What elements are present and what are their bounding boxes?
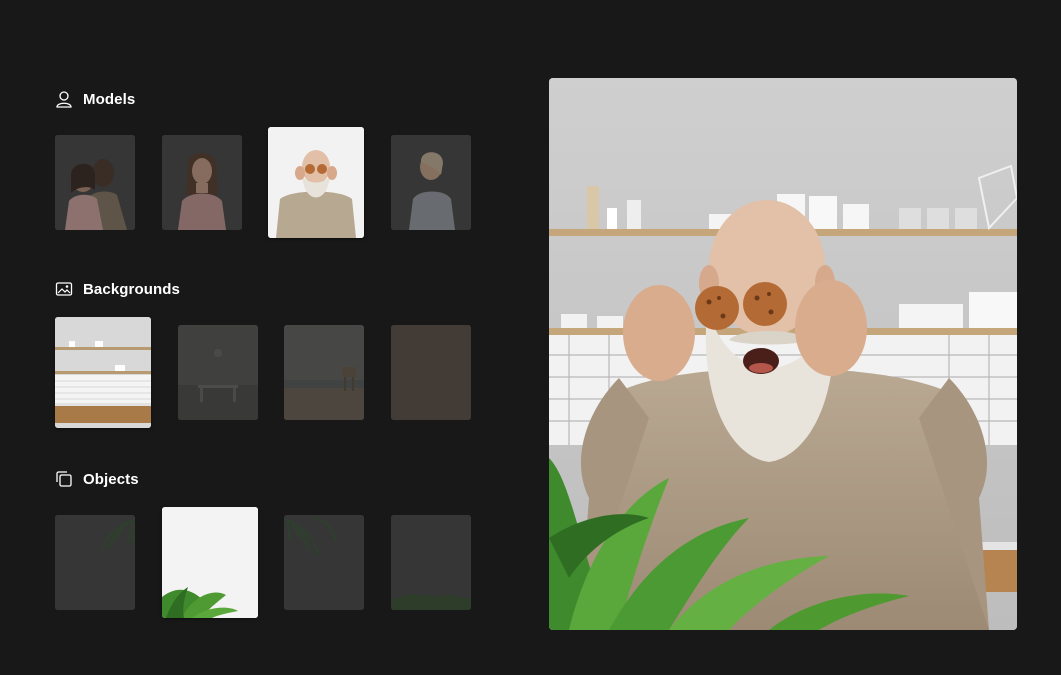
background-thumb-brown-wall[interactable] bbox=[391, 325, 471, 420]
objects-title: Objects bbox=[83, 470, 139, 488]
object-thumb-palm-leaves-right[interactable] bbox=[55, 515, 135, 610]
model-thumb-woman-pink[interactable] bbox=[162, 135, 242, 230]
models-row bbox=[55, 127, 495, 242]
models-section-header: Models bbox=[55, 90, 135, 108]
model-thumb-old-man-cookies[interactable] bbox=[268, 127, 364, 238]
model-thumb-couple[interactable] bbox=[55, 135, 135, 230]
backgrounds-section-header: Backgrounds bbox=[55, 280, 180, 298]
backgrounds-title: Backgrounds bbox=[83, 280, 180, 298]
background-thumb-beach[interactable] bbox=[284, 325, 364, 420]
background-thumb-dining-room[interactable] bbox=[178, 325, 258, 420]
preview-image bbox=[549, 78, 1017, 630]
object-thumb-potted-plant[interactable] bbox=[162, 507, 258, 618]
image-icon bbox=[55, 280, 73, 298]
layers-icon bbox=[55, 470, 73, 488]
objects-section-header: Objects bbox=[55, 470, 139, 488]
background-thumb-kitchen[interactable] bbox=[55, 317, 151, 428]
object-thumb-palm-leaves-left[interactable] bbox=[284, 515, 364, 610]
object-thumb-bushes[interactable] bbox=[391, 515, 471, 610]
composite-preview bbox=[549, 78, 1017, 630]
backgrounds-row bbox=[55, 317, 495, 432]
models-title: Models bbox=[83, 90, 136, 108]
model-thumb-woman-profile[interactable] bbox=[391, 135, 471, 230]
person-icon bbox=[55, 90, 73, 108]
objects-row bbox=[55, 507, 495, 622]
